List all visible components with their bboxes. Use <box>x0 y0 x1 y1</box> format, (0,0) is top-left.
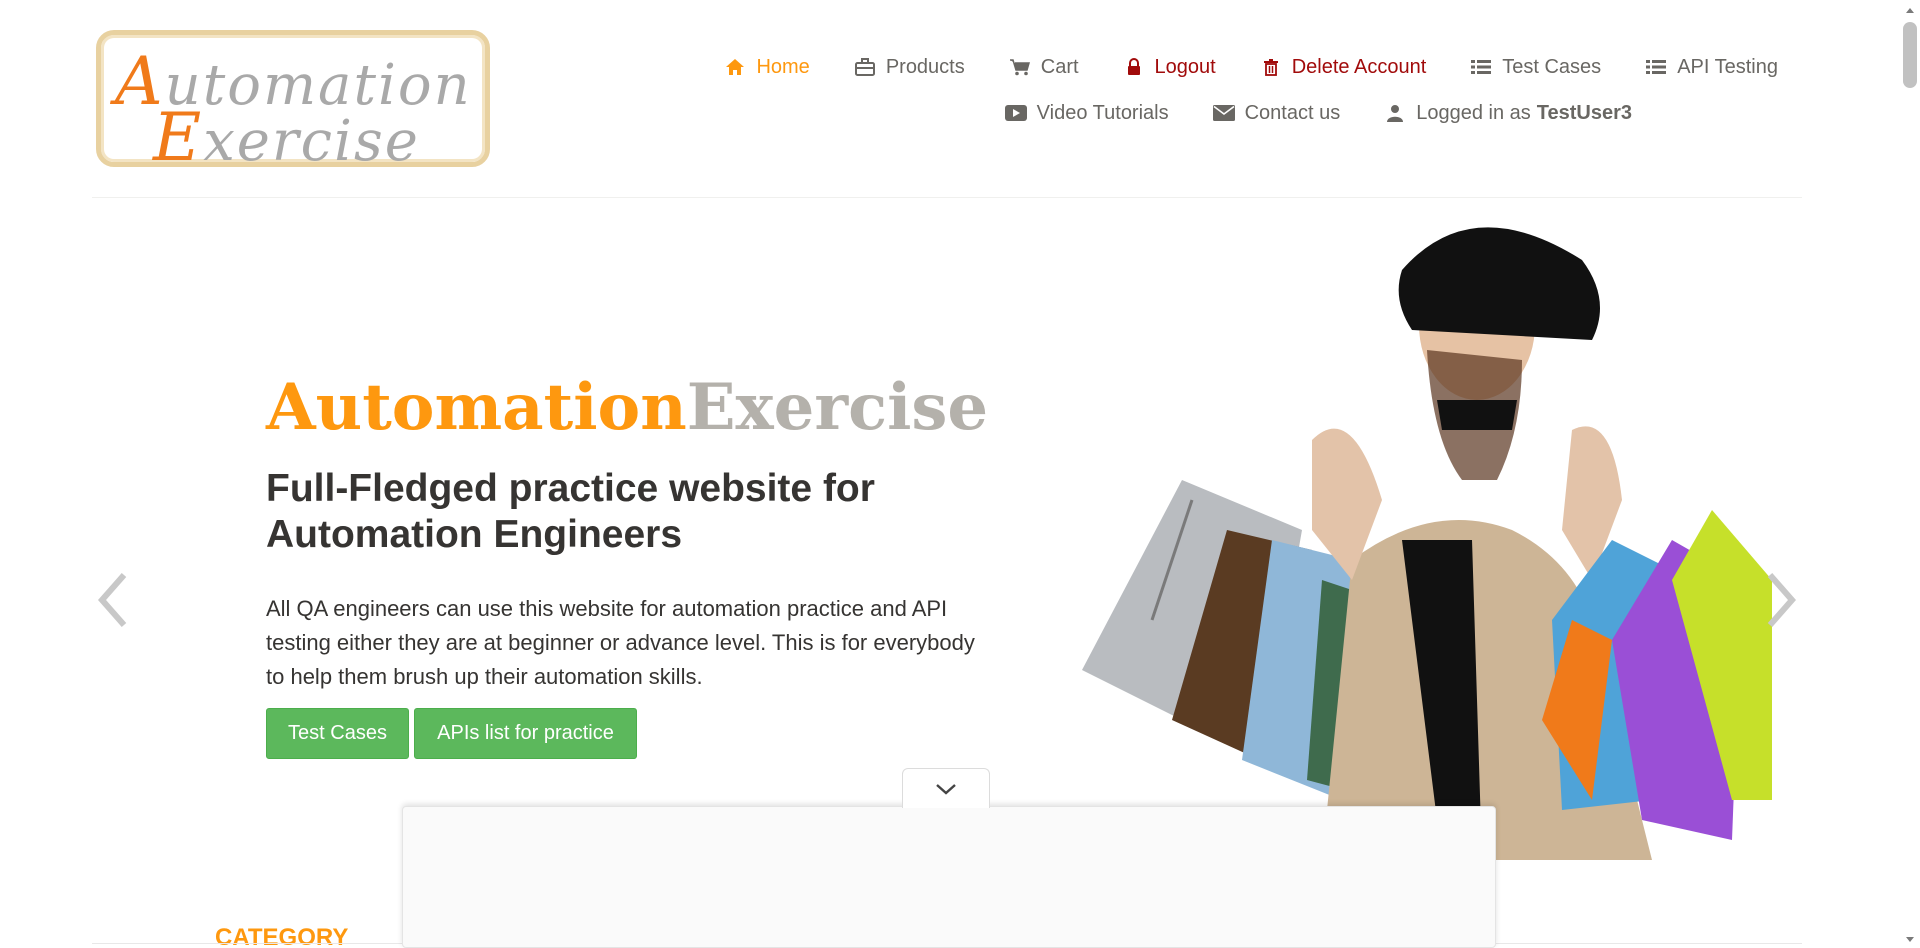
nav-delete-account-label: Delete Account <box>1291 55 1427 78</box>
main-nav: Home Products Cart Logout Delete Account… <box>628 44 1778 136</box>
nav-contact-us[interactable]: Contact us <box>1212 101 1341 125</box>
nav-row-2: Video Tutorials Contact us Logged in as … <box>628 90 1632 136</box>
user-icon <box>1384 103 1406 123</box>
nav-video-tutorials-label: Video Tutorials <box>1036 101 1169 124</box>
site-logo[interactable]: Automation Exercise <box>96 30 490 167</box>
nav-products-label: Products <box>885 55 965 78</box>
nav-api-testing-label: API Testing <box>1677 55 1778 78</box>
nav-test-cases[interactable]: Test Cases <box>1470 56 1601 79</box>
scroll-up-arrow-icon[interactable] <box>1904 4 1916 16</box>
nav-logout-label: Logout <box>1154 55 1216 78</box>
hero-description: All QA engineers can use this website fo… <box>266 596 975 689</box>
hero-subtitle: Full-Fledged practice website for Automa… <box>266 467 875 556</box>
site-header: Automation Exercise Home Products Cart L… <box>0 0 1900 200</box>
nav-home[interactable]: Home <box>724 55 810 79</box>
chevron-right-icon <box>1767 573 1796 627</box>
nav-cart-label: Cart <box>1040 55 1079 78</box>
chevron-down-icon <box>936 783 956 795</box>
cart-icon <box>1009 57 1031 77</box>
chevron-left-icon <box>98 573 127 627</box>
page-scrollbar[interactable] <box>1900 0 1920 948</box>
logo-line-2: Exercise <box>153 99 420 167</box>
list-icon <box>1645 57 1667 77</box>
nav-row-1: Home Products Cart Logout Delete Account… <box>628 44 1778 90</box>
hero-title: AutomationExercise <box>266 370 989 445</box>
home-icon <box>724 57 746 77</box>
logged-in-username: TestUser3 <box>1536 101 1632 124</box>
nav-api-testing[interactable]: API Testing <box>1645 56 1778 79</box>
lock-icon <box>1123 57 1145 77</box>
header-divider <box>92 197 1802 198</box>
envelope-icon <box>1212 103 1235 123</box>
nav-test-cases-label: Test Cases <box>1502 55 1602 78</box>
scroll-down-arrow-icon[interactable] <box>1904 934 1916 946</box>
scrollbar-thumb[interactable] <box>1903 22 1917 88</box>
category-heading: CATEGORY <box>215 924 349 948</box>
briefcase-icon <box>854 57 876 77</box>
trash-icon <box>1260 57 1282 77</box>
hero-image-woman-shopping <box>1052 200 1772 860</box>
ad-banner <box>402 806 1496 948</box>
nav-logged-in-as: Logged in as TestUser3 <box>1384 102 1632 125</box>
carousel-prev-button[interactable] <box>94 565 134 635</box>
ad-collapse-toggle[interactable] <box>902 768 990 808</box>
nav-cart[interactable]: Cart <box>1009 56 1079 79</box>
video-icon <box>1004 103 1027 123</box>
list-icon <box>1470 57 1492 77</box>
nav-contact-us-label: Contact us <box>1244 101 1341 124</box>
nav-video-tutorials[interactable]: Video Tutorials <box>1004 101 1169 125</box>
nav-logout[interactable]: Logout <box>1123 56 1216 79</box>
nav-home-label: Home <box>756 55 810 78</box>
carousel-next-button[interactable] <box>1760 565 1800 635</box>
nav-delete-account[interactable]: Delete Account <box>1260 55 1427 79</box>
apis-list-button[interactable]: APIs list for practice <box>414 708 637 759</box>
hero-carousel: AutomationExercise Full-Fledged practice… <box>92 200 1802 860</box>
logged-in-label: Logged in as <box>1416 101 1531 124</box>
nav-products[interactable]: Products <box>854 56 965 79</box>
test-cases-button[interactable]: Test Cases <box>266 708 409 759</box>
